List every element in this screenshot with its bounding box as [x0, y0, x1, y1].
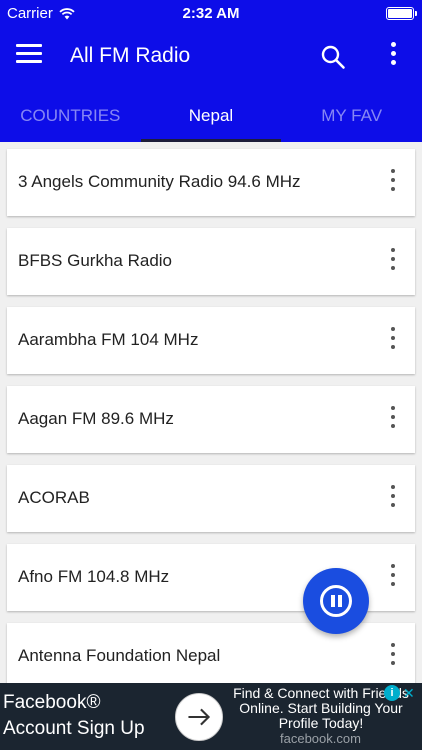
tab-countries[interactable]: COUNTRIES	[0, 84, 141, 142]
more-vert-icon[interactable]	[388, 643, 398, 669]
ad-domain: facebook.com	[280, 731, 361, 746]
station-row[interactable]: Aagan FM 89.6 MHz	[7, 386, 415, 453]
more-vert-icon[interactable]	[388, 564, 398, 590]
ad-banner[interactable]: Facebook® Account Sign Up Find & Connect…	[0, 683, 422, 750]
station-name: Afno FM 104.8 MHz	[18, 567, 170, 586]
tab-nepal[interactable]: Nepal	[140, 84, 282, 142]
station-name: 3 Angels Community Radio 94.6 MHz	[18, 172, 301, 191]
station-name: Antenna Foundation Nepal	[18, 646, 221, 665]
tab-bar: COUNTRIES Nepal MY FAV	[0, 84, 422, 142]
station-row[interactable]: Aarambha FM 104 MHz	[7, 307, 415, 374]
station-row[interactable]: ACORAB	[7, 465, 415, 532]
more-vert-icon[interactable]	[388, 42, 398, 70]
arrow-right-icon[interactable]	[175, 693, 223, 741]
more-vert-icon[interactable]	[388, 327, 398, 353]
station-name: ACORAB	[18, 488, 90, 507]
ad-brand-line1: Facebook®	[3, 692, 101, 713]
hamburger-menu-icon[interactable]	[16, 44, 42, 68]
more-vert-icon[interactable]	[388, 169, 398, 195]
station-name: Aarambha FM 104 MHz	[18, 330, 199, 349]
station-row[interactable]: 3 Angels Community Radio 94.6 MHz	[7, 149, 415, 216]
ad-info-icon[interactable]: i	[384, 685, 400, 701]
app-title: All FM Radio	[70, 44, 191, 67]
station-row[interactable]: BFBS Gurkha Radio	[7, 228, 415, 295]
station-name: BFBS Gurkha Radio	[18, 251, 173, 270]
ad-brand-line2: Account Sign Up	[3, 718, 145, 739]
ad-close-icon[interactable]: ✕	[403, 685, 419, 701]
status-bar: Carrier 2:32 AM	[0, 0, 422, 28]
more-vert-icon[interactable]	[388, 485, 398, 511]
pause-circle-icon	[320, 585, 352, 617]
more-vert-icon[interactable]	[388, 406, 398, 432]
more-vert-icon[interactable]	[388, 248, 398, 274]
tab-my-fav[interactable]: MY FAV	[281, 84, 422, 142]
station-name: Aagan FM 89.6 MHz	[18, 409, 174, 428]
battery-icon	[386, 7, 417, 20]
clock: 2:32 AM	[182, 5, 240, 22]
search-icon[interactable]	[320, 44, 346, 70]
pause-button[interactable]	[303, 568, 369, 634]
station-row[interactable]: Antenna Foundation Nepal	[7, 623, 415, 690]
ad-brand: Facebook® Account Sign Up	[0, 683, 198, 750]
app-toolbar: All FM Radio	[0, 28, 422, 84]
